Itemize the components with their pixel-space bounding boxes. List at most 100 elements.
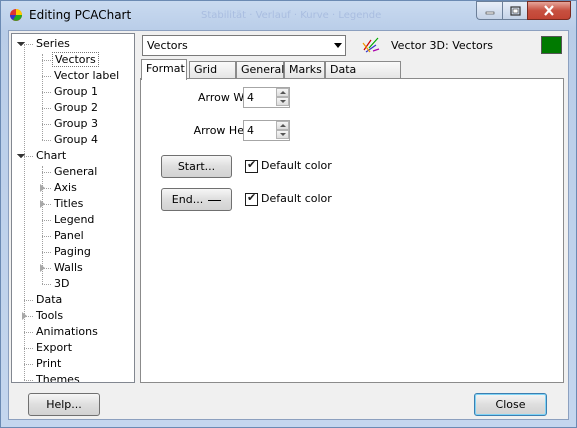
tree-connector	[24, 348, 33, 349]
tree-item-titles[interactable]: Titles	[52, 196, 85, 212]
tree-vertical-connector	[42, 166, 43, 284]
close-icon	[544, 5, 554, 16]
arrow-width-value: 4	[247, 91, 254, 104]
tree-item-tools[interactable]: Tools	[34, 308, 65, 324]
tree-item-label: Themes	[36, 373, 80, 383]
tree-item-label: Group 3	[54, 117, 98, 130]
arrow-width-up-button[interactable]	[276, 88, 289, 97]
tree-connector	[42, 140, 51, 141]
tree-connector	[42, 60, 51, 61]
tree-item-label: Animations	[36, 325, 98, 338]
chevron-down-icon	[334, 43, 342, 48]
tree-item-label: Walls	[54, 261, 83, 274]
tree-item-label: Tools	[36, 309, 64, 322]
series-select-value: Vectors	[147, 39, 188, 52]
end-default-color-checkbox[interactable]	[245, 191, 258, 206]
line-style-preview	[208, 199, 222, 201]
arrow-width-down-button[interactable]	[276, 97, 289, 106]
tree-connector	[42, 252, 51, 253]
start-default-color-label: Default color	[261, 159, 332, 172]
tree-item-label: Legend	[54, 213, 95, 226]
title-bar: Editing PCAChart Stabilität · Verlauf · …	[1, 1, 576, 29]
dialog-body: Series Vectors Vector label Group 1 Group 2 G…	[8, 30, 569, 420]
tree-connector	[24, 380, 33, 381]
tree-item-3d[interactable]: 3D	[52, 276, 71, 292]
tree-item-label: General	[54, 165, 98, 178]
tree-item-data[interactable]: Data	[34, 292, 64, 308]
tree-item-label: 3D	[54, 277, 70, 290]
close-button[interactable]: Close	[474, 393, 547, 416]
tree-item-label: Export	[36, 341, 73, 354]
tree-item-legend[interactable]: Legend	[52, 212, 96, 228]
tree-item-label: Axis	[54, 181, 77, 194]
tree-item-walls[interactable]: Walls	[52, 260, 85, 276]
arrow-height-up-button[interactable]	[276, 121, 289, 130]
tree-item-animations[interactable]: Animations	[34, 324, 100, 340]
tree-item-group-3[interactable]: Group 3	[52, 116, 100, 132]
tree-item-general[interactable]: General	[52, 164, 99, 180]
window-title: Editing PCAChart	[29, 8, 132, 22]
tree-connector	[24, 44, 33, 45]
tree-item-series[interactable]: Series	[34, 36, 72, 52]
series-type-label: Vector 3D: Vectors	[391, 39, 494, 52]
tree-item-paging[interactable]: Paging	[52, 244, 93, 260]
help-button-label: Help...	[46, 398, 82, 411]
minimize-icon	[485, 11, 494, 14]
arrow-height-spinner[interactable]: 4	[243, 120, 290, 141]
start-button[interactable]: Start...	[161, 155, 232, 178]
tab-format[interactable]: Format	[141, 59, 187, 80]
series-select[interactable]: Vectors	[142, 35, 346, 56]
start-default-color-checkbox[interactable]	[245, 158, 258, 173]
tree-connector	[42, 284, 51, 285]
tree-item-vector-label[interactable]: Vector label	[52, 68, 121, 84]
tree-connector	[42, 172, 51, 173]
tree-item-label: Chart	[36, 149, 67, 162]
tree-item-themes[interactable]: Themes	[34, 372, 82, 383]
minimize-button[interactable]	[476, 1, 502, 20]
tab-general[interactable]: General	[236, 61, 284, 79]
tree-connector	[42, 124, 51, 125]
tree-item-export[interactable]: Export	[34, 340, 74, 356]
close-button-label: Close	[495, 398, 526, 411]
tree-item-label: Paging	[54, 245, 91, 258]
tab-data-source[interactable]: Data Source	[325, 61, 401, 92]
tree-item-group-2[interactable]: Group 2	[52, 100, 100, 116]
tab-grid-3d[interactable]: Grid 3D	[189, 61, 236, 92]
tree-item-label: Series	[36, 37, 70, 50]
tree-item-label: Group 1	[54, 85, 98, 98]
tree-item-vectors[interactable]: Vectors	[52, 52, 99, 68]
tree-connector	[42, 92, 51, 93]
maximize-icon	[509, 5, 521, 16]
close-window-button[interactable]	[527, 1, 571, 20]
tab-marks[interactable]: Marks	[284, 61, 325, 79]
end-button[interactable]: End...	[161, 188, 232, 211]
series-color-swatch[interactable]	[541, 36, 562, 54]
tree-connector	[42, 108, 51, 109]
tree-connector	[24, 300, 33, 301]
background-ghost-text: Stabilität · Verlauf · Kurve · Legende	[201, 10, 382, 21]
tree-item-group-1[interactable]: Group 1	[52, 84, 100, 100]
tree-item-group-4[interactable]: Group 4	[52, 132, 100, 148]
format-tab-panel: Arrow Width: 4 Arrow Height: 4 Start...	[140, 78, 564, 383]
tree-vertical-connector	[24, 44, 25, 380]
tree-item-label: Group 2	[54, 101, 98, 114]
tree-item-label: Data	[36, 293, 63, 306]
arrow-height-down-button[interactable]	[276, 130, 289, 139]
tree-connector	[42, 220, 51, 221]
tree-item-print[interactable]: Print	[34, 356, 63, 372]
tree-item-axis[interactable]: Axis	[52, 180, 79, 196]
tree-connector	[24, 156, 33, 157]
tree-item-chart[interactable]: Chart	[34, 148, 68, 164]
tree-vertical-connector	[42, 54, 43, 140]
tree-item-panel[interactable]: Panel	[52, 228, 86, 244]
editor-tree[interactable]: Series Vectors Vector label Group 1 Group 2 G…	[11, 33, 135, 383]
maximize-button[interactable]	[502, 1, 527, 20]
tree-item-label: Panel	[54, 229, 84, 242]
end-button-label: End...	[171, 193, 204, 206]
vector-3d-icon	[362, 37, 380, 53]
help-button[interactable]: Help...	[28, 393, 100, 416]
tree-item-label: Titles	[54, 197, 84, 210]
tree-item-label: Vector label	[54, 69, 120, 82]
editor-window: Editing PCAChart Stabilität · Verlauf · …	[0, 0, 577, 428]
arrow-width-spinner[interactable]: 4	[243, 87, 290, 108]
